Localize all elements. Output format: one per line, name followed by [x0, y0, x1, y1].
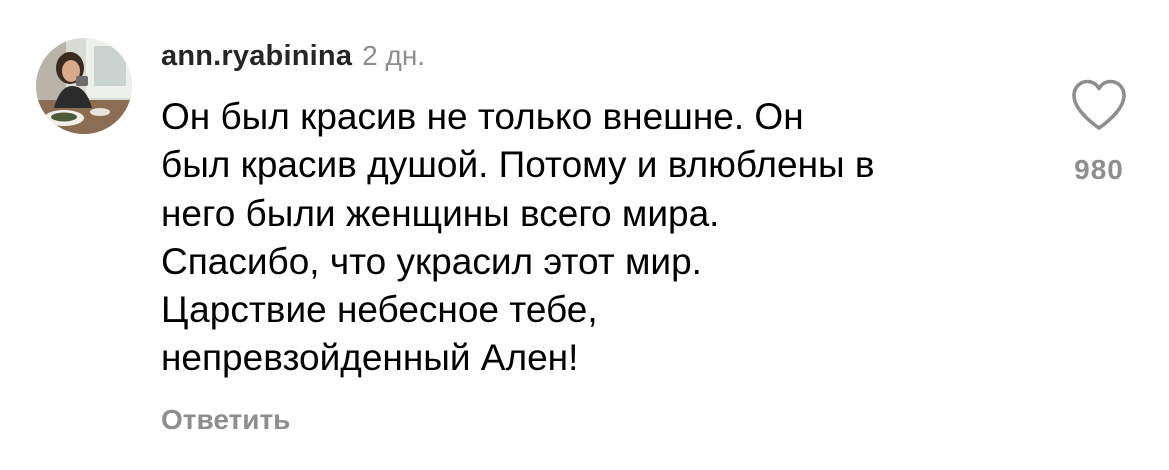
- like-count: 980: [1074, 154, 1124, 185]
- like-group: 980: [1054, 78, 1144, 186]
- comment-text-line: Он был красив не только внешне. Он: [161, 96, 804, 137]
- avatar-photo: [36, 38, 132, 134]
- comment-text: Он был красив не только внешне. Он был к…: [161, 93, 1021, 383]
- comment-text-line: Царствие небесное тебе,: [161, 289, 598, 331]
- comment-text-line: него были женщины всего мира.: [161, 192, 720, 234]
- comment-timestamp: 2 дн.: [362, 40, 426, 71]
- like-button[interactable]: [1070, 78, 1128, 132]
- comment-header: ann.ryabinina 2 дн.: [161, 40, 425, 80]
- username-link[interactable]: ann.ryabinina: [161, 40, 352, 73]
- comment-item: ann.ryabinina 2 дн. Он был красив не тол…: [0, 0, 1169, 470]
- heart-outline-icon: [1072, 79, 1126, 130]
- comment-text-line: был красив душой. Потому и влюблены в: [161, 144, 875, 186]
- reply-button[interactable]: Ответить: [161, 404, 290, 436]
- comment-text-line: непревзойденный Ален!: [161, 337, 579, 379]
- avatar[interactable]: [36, 38, 132, 134]
- comment-text-line: Спасибо, что украсил этот мир.: [161, 240, 702, 282]
